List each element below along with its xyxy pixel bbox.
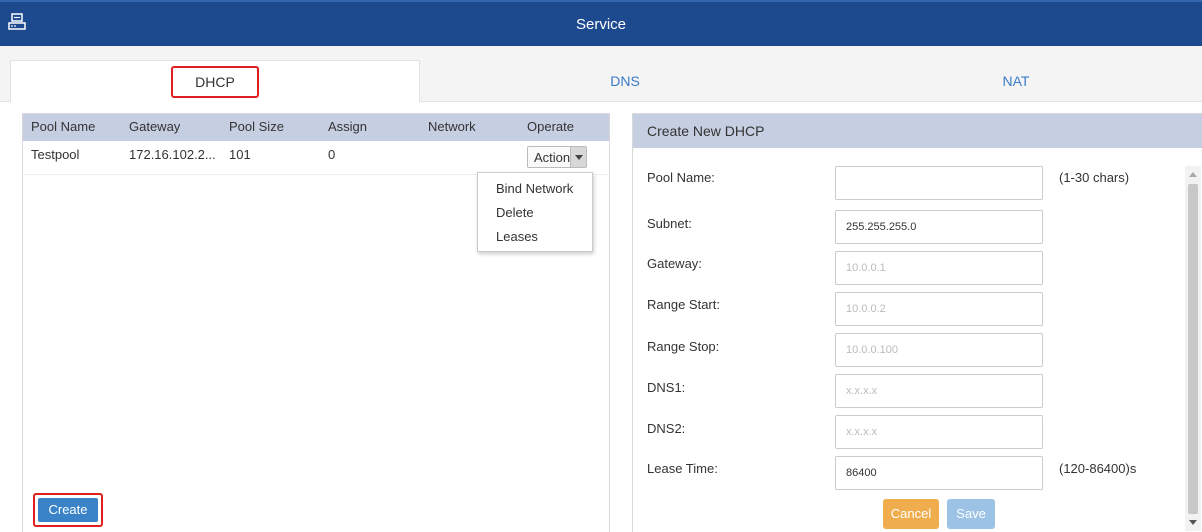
- subnet-label: Subnet:: [647, 216, 692, 231]
- pool-name-hint: (1-30 chars): [1059, 170, 1130, 185]
- menu-item-bind-network[interactable]: Bind Network: [496, 181, 573, 196]
- tab-dhcp-label: DHCP: [171, 66, 259, 98]
- table-header: Pool Name Gateway Pool Size Assign Netwo…: [23, 114, 609, 141]
- window-title: Service: [575, 16, 627, 33]
- dns1-input[interactable]: x.x.x.x: [835, 374, 1043, 408]
- column-header-network[interactable]: Network: [428, 119, 476, 134]
- menu-item-leases[interactable]: Leases: [496, 229, 538, 244]
- dns2-input[interactable]: x.x.x.x: [835, 415, 1043, 449]
- cell-gateway: 172.16.102.2...: [129, 147, 216, 162]
- tab-dhcp[interactable]: DHCP: [10, 60, 420, 103]
- action-menu: Bind Network Delete Leases: [477, 172, 593, 252]
- gateway-label: Gateway:: [647, 256, 702, 271]
- tab-bar: DHCP DNS NAT: [0, 46, 1202, 103]
- form-scrollbar[interactable]: [1185, 166, 1201, 531]
- tab-dns[interactable]: DNS: [420, 60, 830, 102]
- tab-nat[interactable]: NAT: [830, 60, 1202, 102]
- column-header-pool-name[interactable]: Pool Name: [31, 119, 95, 134]
- table-row[interactable]: Testpool 172.16.102.2... 101 0 Action: [23, 141, 609, 175]
- pool-table-panel: Pool Name Gateway Pool Size Assign Netwo…: [22, 113, 610, 532]
- scroll-up-icon[interactable]: [1189, 172, 1197, 177]
- chevron-down-icon[interactable]: [570, 147, 586, 167]
- pool-name-label: Pool Name:: [647, 170, 715, 185]
- column-header-pool-size[interactable]: Pool Size: [229, 119, 284, 134]
- create-dhcp-panel: Create New DHCP Pool Name: (1-30 chars) …: [632, 113, 1202, 532]
- range-stop-label: Range Stop:: [647, 339, 720, 354]
- form-header: Create New DHCP: [633, 114, 1202, 148]
- column-header-operate[interactable]: Operate: [527, 119, 574, 134]
- column-header-assign[interactable]: Assign: [328, 119, 367, 134]
- action-dropdown[interactable]: Action: [527, 146, 587, 168]
- dns2-label: DNS2:: [647, 421, 686, 436]
- menu-item-delete[interactable]: Delete: [496, 205, 534, 220]
- form-title: Create New DHCP: [647, 123, 765, 139]
- title-bar: Service: [0, 0, 1202, 46]
- lease-time-label: Lease Time:: [647, 461, 718, 476]
- cancel-button[interactable]: Cancel: [883, 499, 939, 529]
- range-stop-input[interactable]: 10.0.0.100: [835, 333, 1043, 367]
- lease-time-hint: (120-86400)s: [1059, 461, 1137, 476]
- cell-pool-size: 101: [229, 147, 251, 162]
- range-start-input[interactable]: 10.0.0.2: [835, 292, 1043, 326]
- scroll-down-icon[interactable]: [1189, 520, 1197, 525]
- save-button[interactable]: Save: [947, 499, 995, 529]
- create-button-highlight: Create: [33, 493, 103, 527]
- range-start-label: Range Start:: [647, 297, 720, 312]
- column-header-gateway[interactable]: Gateway: [129, 119, 180, 134]
- action-dropdown-label: Action: [534, 150, 571, 165]
- gateway-input[interactable]: 10.0.0.1: [835, 251, 1043, 285]
- subnet-input[interactable]: 255.255.255.0: [835, 210, 1043, 244]
- dns1-label: DNS1:: [647, 380, 686, 395]
- scroll-thumb[interactable]: [1188, 184, 1198, 514]
- cell-assign: 0: [328, 147, 336, 162]
- create-button[interactable]: Create: [38, 498, 98, 522]
- lease-time-input[interactable]: 86400: [835, 456, 1043, 490]
- pool-name-input[interactable]: [835, 166, 1043, 200]
- cell-pool-name: Testpool: [31, 147, 80, 162]
